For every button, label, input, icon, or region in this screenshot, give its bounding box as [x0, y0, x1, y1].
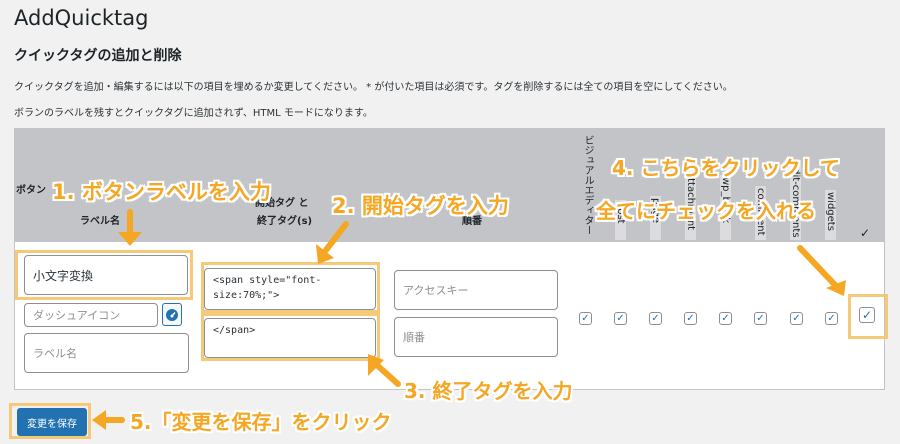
annotation-step3: 3. 終了タグを入力	[404, 379, 573, 403]
annotation-step5: 5.「変更を保存」をクリック	[130, 410, 392, 434]
annotation-step1: 1. ボタンラベルを入力	[52, 180, 271, 204]
annotation-step4-line1: 4. こちらをクリックして	[612, 156, 840, 180]
annotation-step2: 2. 開始タグを入力	[332, 194, 509, 218]
annotation-step4-line2: 全てにチェックを入れる	[596, 199, 816, 223]
